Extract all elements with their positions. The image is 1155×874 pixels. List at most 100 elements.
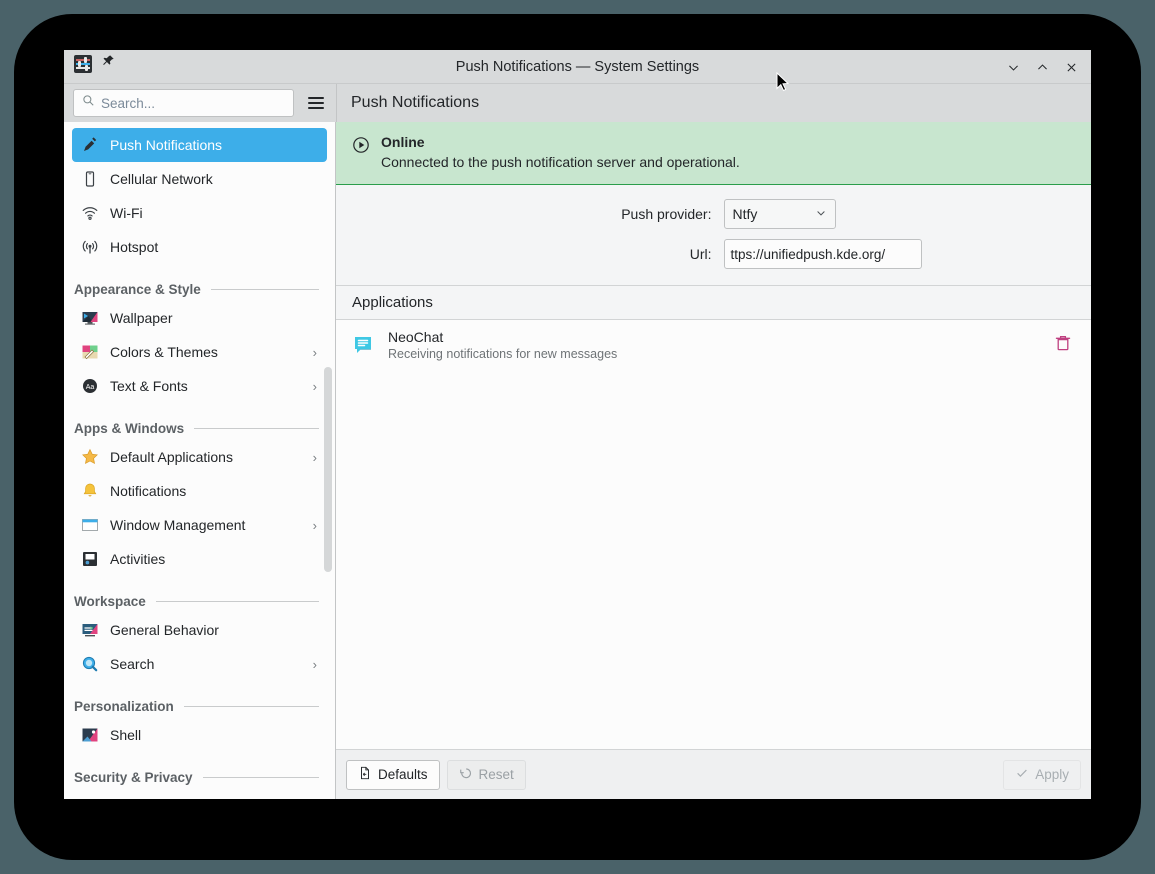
search-icon bbox=[82, 94, 95, 112]
sidebar-item-window-management[interactable]: Window Management › bbox=[72, 508, 327, 542]
sidebar-item-label: Wallpaper bbox=[110, 310, 319, 326]
provider-label: Push provider: bbox=[504, 206, 724, 222]
activities-icon bbox=[80, 549, 100, 569]
sidebar-section-header: Appearance & Style bbox=[74, 280, 319, 297]
trash-icon[interactable] bbox=[1053, 333, 1075, 358]
provider-selected-value: Ntfy bbox=[733, 206, 815, 222]
section-divider bbox=[194, 428, 319, 429]
sidebar-item-label: Search bbox=[110, 656, 303, 672]
section-divider bbox=[156, 601, 319, 602]
sidebar-item-label: General Behavior bbox=[110, 622, 319, 638]
url-label: Url: bbox=[504, 246, 724, 262]
undo-icon bbox=[459, 766, 473, 783]
push-notifications-icon bbox=[80, 135, 100, 155]
minimize-button[interactable] bbox=[1001, 55, 1025, 79]
search-placeholder: Search... bbox=[101, 96, 155, 111]
shell-icon bbox=[80, 725, 100, 745]
defaults-button[interactable]: Defaults bbox=[346, 760, 440, 790]
chevron-right-icon: › bbox=[313, 379, 319, 394]
apply-label: Apply bbox=[1035, 767, 1069, 782]
sidebar: Push Notifications Cellular Network bbox=[64, 122, 336, 799]
svg-text:Aa: Aa bbox=[86, 384, 95, 391]
app-name: NeoChat bbox=[388, 329, 1041, 345]
page-title: Push Notifications bbox=[351, 94, 479, 112]
chevron-right-icon: › bbox=[313, 657, 319, 672]
sidebar-item-label: Push Notifications bbox=[110, 137, 319, 153]
sidebar-scrollbar[interactable] bbox=[324, 122, 332, 799]
sidebar-item-text-fonts[interactable]: Aa Text & Fonts › bbox=[72, 369, 327, 403]
sidebar-item-search[interactable]: Search › bbox=[72, 647, 327, 681]
push-provider-select[interactable]: Ntfy bbox=[724, 199, 836, 229]
chevron-down-icon bbox=[815, 207, 827, 222]
window-controls bbox=[1001, 50, 1083, 84]
sidebar-item-shell[interactable]: Shell bbox=[72, 718, 327, 752]
sidebar-item-label: Window Management bbox=[110, 517, 303, 533]
cellular-network-icon bbox=[80, 169, 100, 189]
applications-section-title: Applications bbox=[336, 286, 1091, 320]
section-title: Appearance & Style bbox=[74, 282, 201, 297]
bell-icon bbox=[80, 481, 100, 501]
status-online-icon bbox=[352, 136, 370, 170]
document-revert-icon bbox=[358, 766, 372, 783]
chevron-right-icon: › bbox=[313, 450, 319, 465]
applications-list: NeoChat Receiving notifications for new … bbox=[336, 320, 1091, 749]
window-title: Push Notifications — System Settings bbox=[64, 50, 1091, 84]
reset-label: Reset bbox=[479, 767, 514, 782]
sidebar-item-label: Notifications bbox=[110, 483, 319, 499]
status-banner: Online Connected to the push notificatio… bbox=[336, 122, 1091, 185]
sidebar-item-push-notifications[interactable]: Push Notifications bbox=[72, 128, 327, 162]
url-input[interactable]: ttps://unifiedpush.kde.org/ bbox=[724, 239, 922, 269]
section-title: Security & Privacy bbox=[74, 770, 193, 785]
list-item[interactable]: NeoChat Receiving notifications for new … bbox=[336, 320, 1091, 370]
mouse-cursor bbox=[776, 72, 790, 94]
defaults-label: Defaults bbox=[378, 767, 428, 782]
sidebar-item-label: Colors & Themes bbox=[110, 344, 303, 360]
hotspot-icon bbox=[80, 237, 100, 257]
sidebar-item-hotspot[interactable]: Hotspot bbox=[72, 230, 327, 264]
general-behavior-icon bbox=[80, 620, 100, 640]
system-settings-window: Push Notifications — System Settings bbox=[64, 50, 1091, 799]
window-titlebar: Push Notifications — System Settings bbox=[64, 50, 1091, 84]
sidebar-scrollbar-thumb[interactable] bbox=[324, 367, 332, 572]
sidebar-item-wallpaper[interactable]: Wallpaper bbox=[72, 301, 327, 335]
sidebar-item-label: Wi-Fi bbox=[110, 205, 319, 221]
colors-themes-icon bbox=[80, 342, 100, 362]
status-banner-text: Online Connected to the push notificatio… bbox=[381, 134, 740, 170]
sidebar-item-cellular-network[interactable]: Cellular Network bbox=[72, 162, 327, 196]
neochat-icon bbox=[352, 333, 376, 357]
sidebar-item-general-behavior[interactable]: General Behavior bbox=[72, 613, 327, 647]
sidebar-item-label: Text & Fonts bbox=[110, 378, 303, 394]
button-bar: Defaults Reset bbox=[336, 749, 1091, 799]
text-fonts-icon: Aa bbox=[80, 376, 100, 396]
header-row: Search... Push Notifications bbox=[64, 84, 1091, 122]
section-title: Personalization bbox=[74, 699, 174, 714]
wifi-icon bbox=[80, 203, 100, 223]
check-icon bbox=[1015, 766, 1029, 783]
url-row: Url: ttps://unifiedpush.kde.org/ bbox=[336, 239, 1091, 269]
maximize-button[interactable] bbox=[1030, 55, 1054, 79]
sidebar-item-colors-themes[interactable]: Colors & Themes › bbox=[72, 335, 327, 369]
section-title: Apps & Windows bbox=[74, 421, 184, 436]
page-title-zone: Push Notifications bbox=[336, 84, 1091, 122]
sidebar-item-label: Hotspot bbox=[110, 239, 319, 255]
close-button[interactable] bbox=[1059, 55, 1083, 79]
sidebar-section-header: Workspace bbox=[74, 592, 319, 609]
section-divider bbox=[184, 706, 319, 707]
sidebar-item-wi-fi[interactable]: Wi-Fi bbox=[72, 196, 327, 230]
sidebar-item-label: Cellular Network bbox=[110, 171, 319, 187]
apply-button[interactable]: Apply bbox=[1003, 760, 1081, 790]
reset-button[interactable]: Reset bbox=[447, 760, 526, 790]
url-control: ttps://unifiedpush.kde.org/ bbox=[724, 239, 924, 269]
sidebar-item-label: Activities bbox=[110, 551, 319, 567]
provider-control: Ntfy bbox=[724, 199, 924, 229]
search-input[interactable]: Search... bbox=[73, 89, 294, 117]
form-zone: Push provider: Ntfy Url: ttps://unifiedp bbox=[336, 185, 1091, 286]
sidebar-item-label: Shell bbox=[110, 727, 319, 743]
app-text: NeoChat Receiving notifications for new … bbox=[388, 329, 1041, 361]
provider-row: Push provider: Ntfy bbox=[336, 199, 1091, 229]
sidebar-item-default-applications[interactable]: Default Applications › bbox=[72, 440, 327, 474]
window-management-icon bbox=[80, 515, 100, 535]
sidebar-item-activities[interactable]: Activities bbox=[72, 542, 327, 576]
sidebar-item-notifications[interactable]: Notifications bbox=[72, 474, 327, 508]
hamburger-menu-icon[interactable] bbox=[302, 89, 330, 117]
